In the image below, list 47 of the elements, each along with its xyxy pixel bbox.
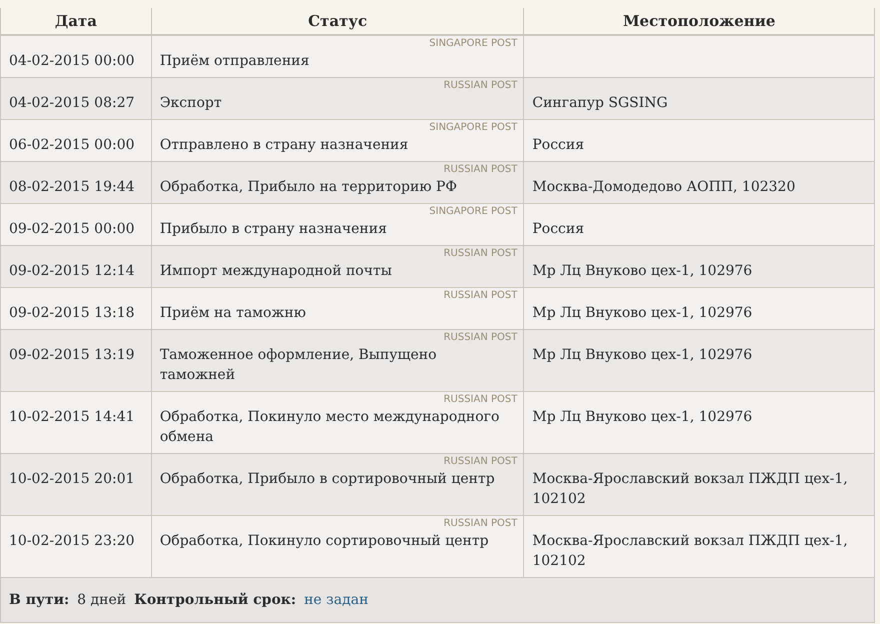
- status-text: Таможенное оформление, Выпущено таможней: [160, 346, 438, 385]
- date-text: 06-02-2015 00:00: [9, 136, 136, 155]
- date-text: 09-02-2015 13:18: [9, 304, 136, 323]
- location-text: Мр Лц Внуково цех-1, 102976: [532, 304, 754, 323]
- status-text: Приём на таможню: [160, 304, 307, 323]
- date-text: 10-02-2015 23:20: [9, 532, 136, 551]
- carrier-label: RUSSIAN POST: [444, 332, 518, 343]
- date-text: 09-02-2015 00:00: [9, 220, 136, 239]
- status-text: Обработка, Прибыло в сортировочный центр: [160, 470, 496, 489]
- carrier-label: RUSSIAN POST: [444, 394, 518, 405]
- status-text: Обработка, Покинуло сортировочный центр: [160, 532, 490, 551]
- status-text: Обработка, Прибыло на территорию РФ: [160, 178, 458, 197]
- date-text: 09-02-2015 12:14: [9, 262, 136, 281]
- location-text: Мр Лц Внуково цех-1, 102976: [532, 408, 754, 427]
- date-text: 10-02-2015 14:41: [9, 408, 136, 427]
- deadline-label: Контрольный срок:: [134, 592, 296, 608]
- location-text: Москва-Ярославский вокзал ПЖДП цех-1, 102102: [532, 532, 849, 571]
- carrier-label: RUSSIAN POST: [444, 518, 518, 529]
- date-text: 09-02-2015 13:19: [9, 346, 136, 365]
- date-text: 10-02-2015 20:01: [9, 470, 136, 489]
- location-text: Москва-Домодедово АОПП, 102320: [532, 178, 796, 197]
- status-text: Экспорт: [160, 94, 223, 113]
- status-text: Приём отправления: [160, 52, 310, 71]
- date-text: 04-02-2015 08:27: [9, 94, 136, 113]
- transit-label: В пути:: [9, 592, 70, 608]
- status-text: Отправлено в страну назначения: [160, 136, 410, 155]
- carrier-label: RUSSIAN POST: [444, 164, 518, 175]
- status-text: Импорт международной почты: [160, 262, 393, 281]
- carrier-label: RUSSIAN POST: [444, 248, 518, 259]
- transit-value: 8 дней: [77, 592, 126, 608]
- location-text: Россия: [532, 136, 586, 155]
- location-text: Россия: [532, 220, 586, 239]
- status-text: Обработка, Покинуло место международного обмена: [160, 408, 500, 447]
- carrier-label: SINGAPORE POST: [429, 206, 518, 217]
- location-text: Мр Лц Внуково цех-1, 102976: [532, 262, 754, 281]
- location-text: Мр Лц Внуково цех-1, 102976: [532, 346, 754, 365]
- date-text: 04-02-2015 00:00: [9, 52, 136, 71]
- carrier-label: RUSSIAN POST: [444, 80, 518, 91]
- status-text: Прибыло в страну назначения: [160, 220, 388, 239]
- carrier-label: SINGAPORE POST: [429, 38, 518, 49]
- carrier-label: RUSSIAN POST: [444, 290, 518, 301]
- carrier-label: SINGAPORE POST: [429, 122, 518, 133]
- location-text: Сингапур SGSING: [532, 94, 669, 113]
- deadline-link[interactable]: не задан: [304, 592, 368, 608]
- date-text: 08-02-2015 19:44: [9, 178, 136, 197]
- carrier-label: RUSSIAN POST: [444, 456, 518, 467]
- location-text: Москва-Ярославский вокзал ПЖДП цех-1, 102102: [532, 470, 849, 509]
